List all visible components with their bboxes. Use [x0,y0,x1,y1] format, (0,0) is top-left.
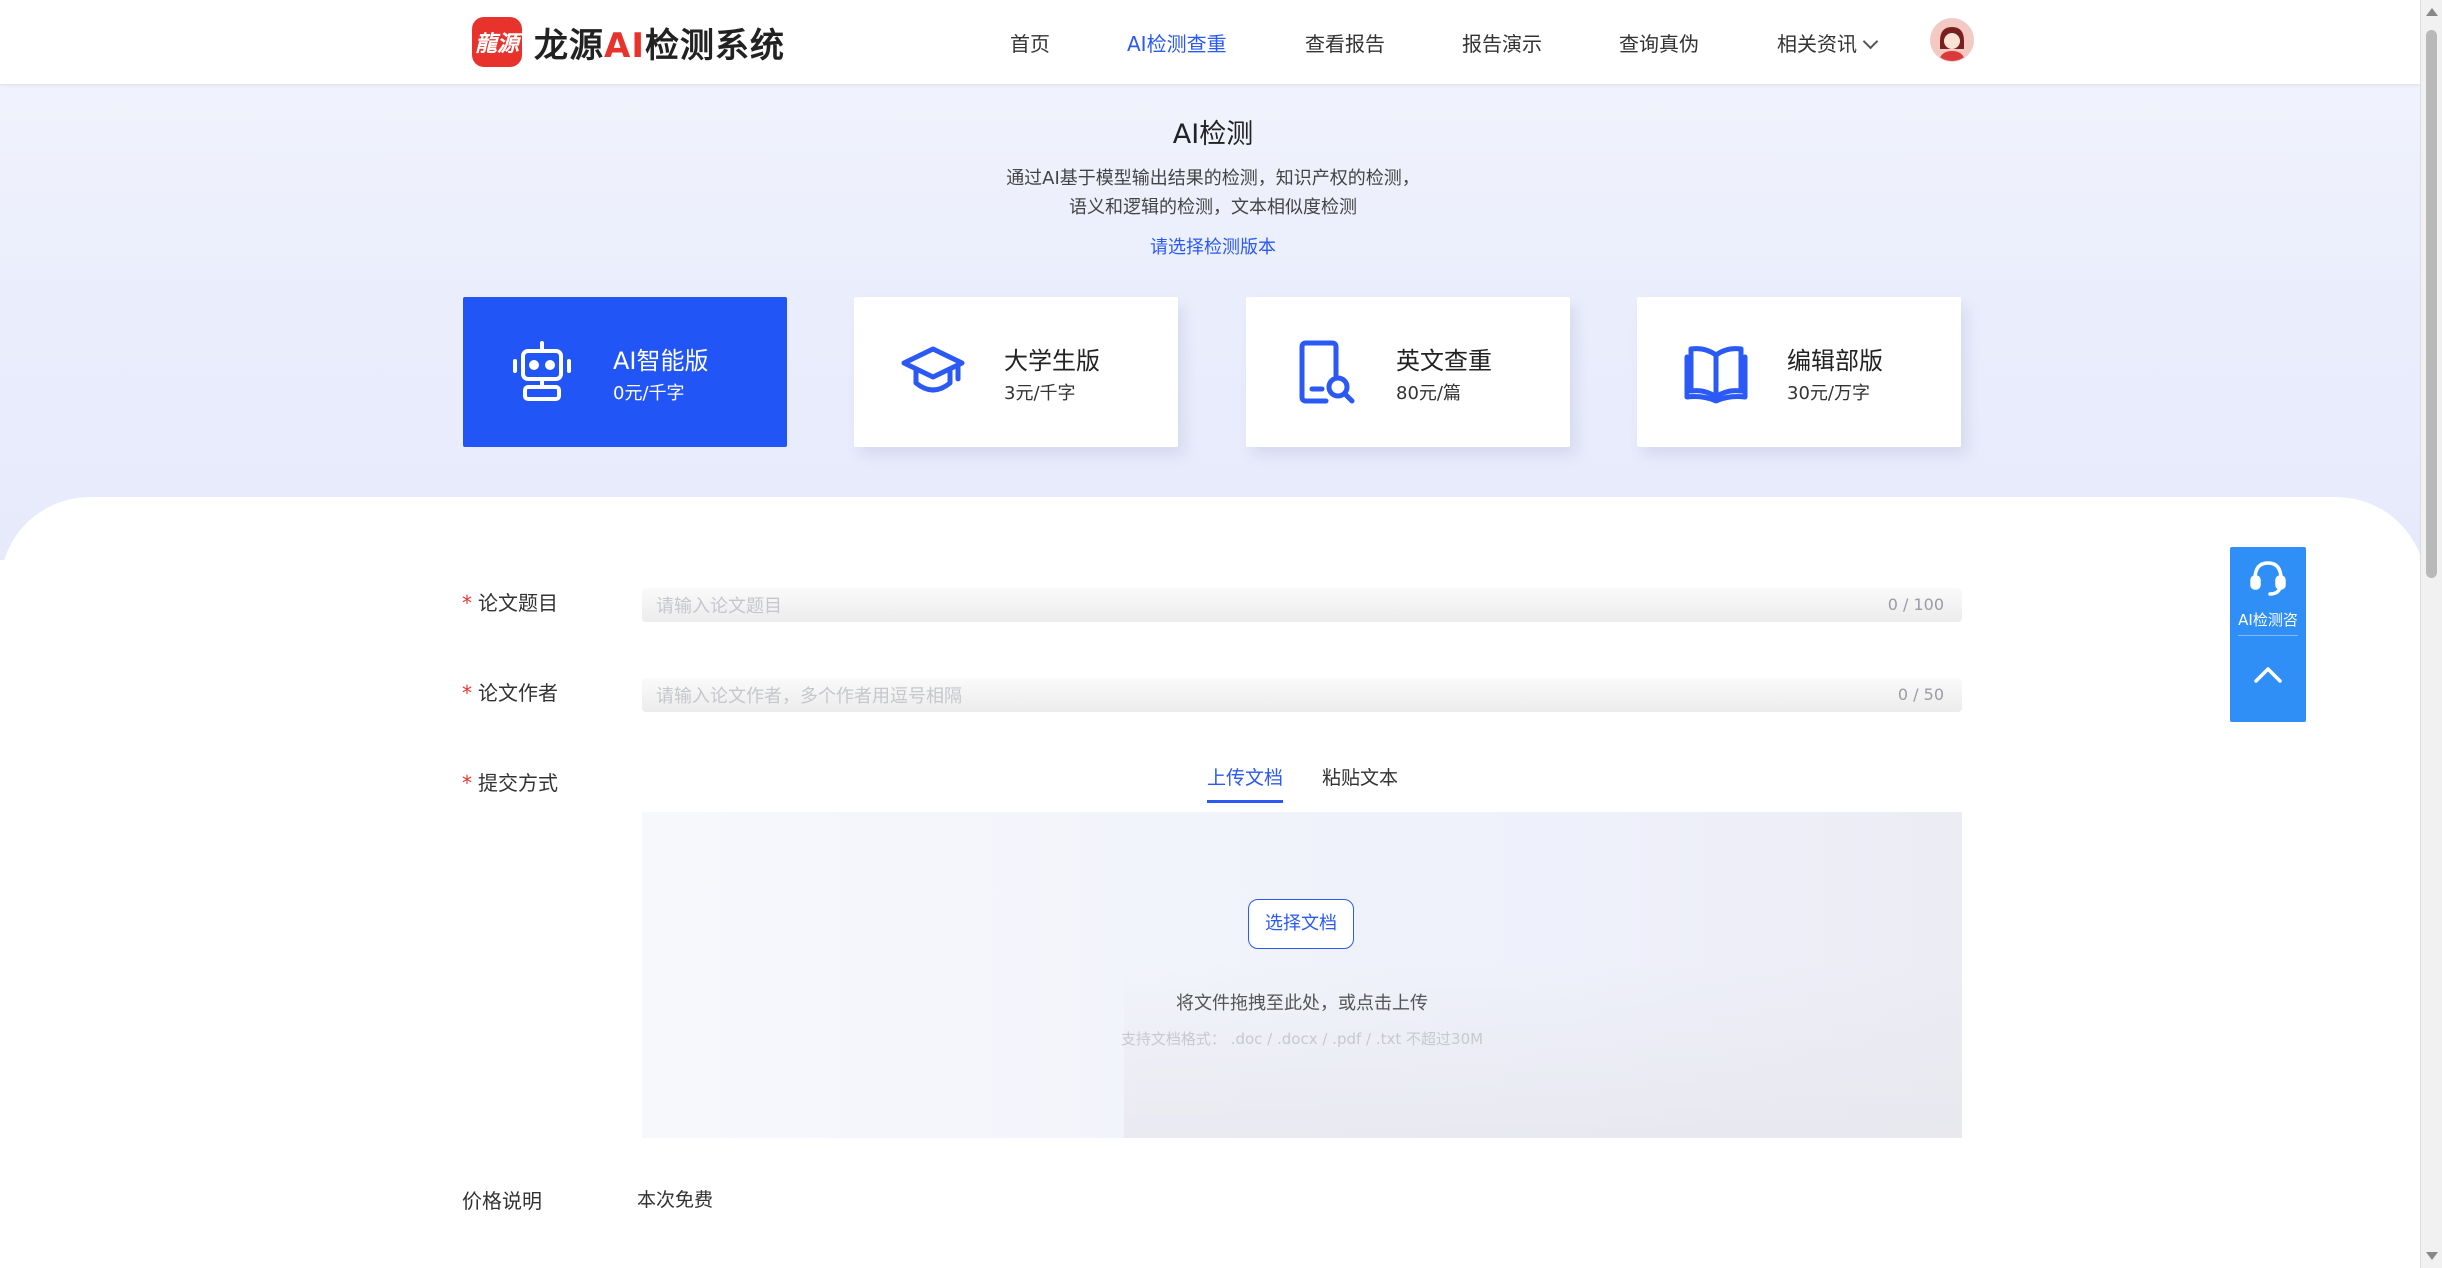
select-version-link[interactable]: 请选择检测版本 [0,233,2426,259]
submit-method-label-text: 提交方式 [478,771,558,795]
version-price: 80元/篇 [1396,383,1461,404]
tab-paste-text[interactable]: 粘贴文本 [1322,763,1398,800]
nav-home[interactable]: 首页 [1010,28,1050,57]
headset-icon [2250,561,2286,596]
top-navbar: 龍源 龙源AI检测系统 首页 AI检测查重 查看报告 报告演示 查询真伪 相关资… [0,0,2420,85]
hero-title: AI检测 [1172,119,1254,150]
nav-report-demo[interactable]: 报告演示 [1462,28,1542,57]
upload-formats: 支持文档格式： .doc / .docx / .pdf / .txt 不超过30… [1120,1030,1484,1048]
logo-text-prefix: 龙源 [534,25,604,66]
widget-divider [2238,635,2298,636]
version-price: 0元/千字 [613,383,685,404]
logo-mark: 龍源 [472,17,522,67]
paper-title-char-count: 0 / 100 [1887,595,1944,614]
paper-title-field: 0 / 100 [642,588,1962,624]
open-book-icon [1684,346,1748,404]
version-card-english[interactable]: 英文查重 80元/篇 [1246,297,1570,447]
tab-upload-document[interactable]: 上传文档 [1207,763,1284,803]
nav-news[interactable]: 相关资讯 [1777,28,1879,57]
paper-author-field: 0 / 50 [642,678,1962,714]
logo-text-suffix: 检测系统 [644,25,785,66]
hero-subtitle-line1: 通过AI基于模型输出结果的检测，知识产权的检测， [1006,168,1420,189]
graduation-cap-icon [901,346,965,393]
required-mark: * [462,681,472,705]
upload-dropzone[interactable]: 选择文档 将文件拖拽至此处，或点击上传 支持文档格式： .doc / .docx… [642,812,1962,1138]
required-mark: * [462,591,472,615]
version-card-ai[interactable]: AI智能版 0元/千字 [463,297,787,447]
paper-title-label: * 论文题目 [462,587,558,616]
chevron-up-icon[interactable] [2252,659,2284,691]
nav-verify[interactable]: 查询真伪 [1619,28,1699,57]
version-name: 编辑部版 [1787,347,1883,375]
version-price: 30元/万字 [1787,383,1870,404]
nav-ai-check[interactable]: AI检测查重 [1127,28,1227,57]
required-mark: * [462,771,472,795]
consult-label: AI检测咨 [2238,611,2298,629]
logo-text: 龙源AI检测系统 [534,18,785,67]
submit-method-label: * 提交方式 [462,767,558,796]
chevron-down-icon [1862,33,1879,50]
document-search-icon [1299,340,1355,404]
logo-text-ai: AI [604,25,645,66]
version-price: 3元/千字 [1004,383,1076,404]
paper-author-label-text: 论文作者 [478,681,558,705]
site-logo[interactable]: 龍源 龙源AI检测系统 [472,17,785,67]
avatar-icon [1931,19,1973,61]
version-name: 大学生版 [1004,347,1100,375]
nav-view-report[interactable]: 查看报告 [1305,28,1385,57]
scroll-down-arrow[interactable] [2426,1252,2438,1260]
hero-subtitle-line2: 语义和逻辑的检测，文本相似度检测 [1069,197,1357,218]
paper-author-label: * 论文作者 [462,677,558,706]
version-name: 英文查重 [1396,347,1492,375]
price-value: 本次免费 [637,1189,714,1211]
version-card-student[interactable]: 大学生版 3元/千字 [854,297,1178,447]
robot-icon [513,341,571,401]
user-avatar[interactable] [1930,18,1974,62]
price-label: 价格说明 [462,1189,542,1213]
upload-hint: 将文件拖拽至此处，或点击上传 [1176,993,1428,1014]
floating-service-widget: AI检测咨 [2230,547,2306,722]
version-card-editorial[interactable]: 编辑部版 30元/万字 [1637,297,1961,447]
choose-document-button[interactable]: 选择文档 [1248,899,1354,949]
scroll-thumb[interactable] [2426,30,2437,578]
paper-author-char-count: 0 / 50 [1897,685,1944,704]
page-scrollbar[interactable] [2420,0,2442,1268]
paper-title-input[interactable] [654,588,1808,624]
paper-author-input[interactable] [654,678,1808,714]
paper-title-label-text: 论文题目 [478,591,558,615]
scroll-up-arrow[interactable] [2426,8,2438,16]
version-name: AI智能版 [613,347,709,375]
nav-news-label: 相关资讯 [1777,32,1857,56]
